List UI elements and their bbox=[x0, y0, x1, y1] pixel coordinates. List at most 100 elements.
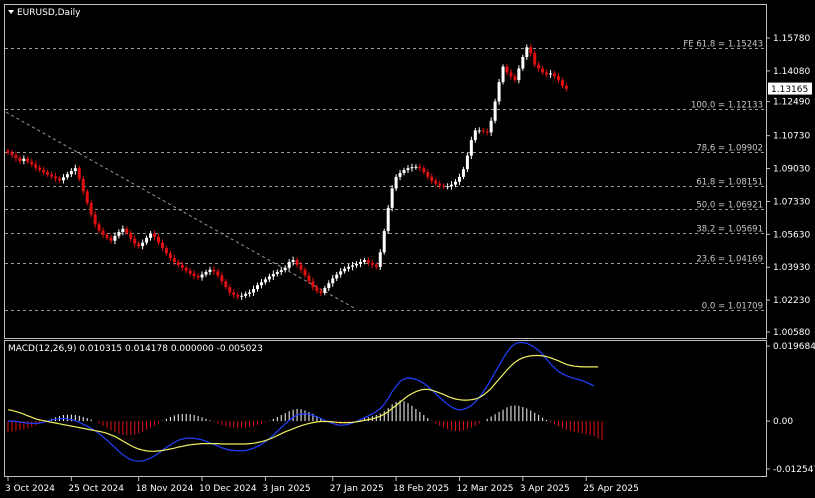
candle-bull bbox=[489, 120, 493, 133]
price-tick-label: 1.14080 bbox=[773, 67, 810, 77]
candle-bear bbox=[442, 185, 446, 187]
candle-bear bbox=[295, 260, 299, 265]
candle-bear bbox=[228, 287, 232, 293]
symbol-title: EURUSD,Daily bbox=[17, 8, 81, 18]
candle-bull bbox=[473, 130, 477, 141]
time-tick-label: 3 Apr 2025 bbox=[520, 484, 570, 494]
candle-bull bbox=[279, 270, 283, 273]
candle-bull bbox=[283, 267, 287, 271]
candle-bull bbox=[351, 265, 355, 267]
candle-bull bbox=[446, 186, 450, 188]
candle-bull bbox=[65, 174, 69, 178]
candle-bull bbox=[145, 237, 149, 243]
candle-bull bbox=[141, 242, 145, 247]
candle-bear bbox=[18, 158, 22, 162]
candle-bull bbox=[477, 130, 481, 132]
price-tick-label: 1.10730 bbox=[773, 132, 810, 142]
candle-bull bbox=[339, 271, 343, 275]
candle-bull bbox=[204, 272, 208, 275]
price-tick-label: 1.02230 bbox=[773, 296, 810, 306]
macd-title: MACD(12,26,9) 0.010315 0.014178 0.000000… bbox=[8, 344, 263, 354]
candle-bull bbox=[378, 252, 382, 267]
time-tick-label: 10 Dec 2024 bbox=[199, 484, 257, 494]
candle-bull bbox=[73, 168, 77, 172]
fib-label: 23.6 = 1.04169 bbox=[696, 255, 763, 265]
candle-bear bbox=[220, 275, 224, 282]
candle-bull bbox=[497, 82, 501, 102]
candle-bear bbox=[42, 169, 46, 173]
candle-bull bbox=[454, 181, 458, 185]
candle-bull bbox=[358, 261, 362, 264]
candle-bear bbox=[180, 264, 184, 268]
candle-bear bbox=[34, 164, 38, 168]
candle-bear bbox=[541, 68, 545, 73]
candle-bear bbox=[192, 273, 196, 276]
time-tick-label: 18 Feb 2025 bbox=[393, 484, 449, 494]
candle-bear bbox=[153, 233, 157, 237]
candle-bear bbox=[430, 176, 434, 181]
candle-bull bbox=[465, 155, 469, 170]
candle-bear bbox=[137, 243, 141, 247]
candle-bear bbox=[303, 269, 307, 276]
candle-bull bbox=[525, 47, 529, 57]
candle-bear bbox=[374, 264, 378, 267]
candle-bear bbox=[164, 248, 168, 254]
candle-bear bbox=[89, 202, 93, 215]
candle-bull bbox=[275, 272, 279, 274]
candle-bull bbox=[69, 171, 73, 175]
candle-bull bbox=[469, 140, 473, 156]
candle-bear bbox=[216, 271, 220, 276]
candle-bear bbox=[85, 191, 89, 203]
macd-tick-label: 0.019684 bbox=[773, 342, 815, 352]
time-tick-label: 12 Mar 2025 bbox=[456, 484, 513, 494]
candle-bear bbox=[315, 287, 319, 291]
candle-bull bbox=[267, 276, 271, 280]
candle-bear bbox=[299, 264, 303, 270]
candle-bull bbox=[22, 158, 26, 162]
candle-bear bbox=[224, 281, 228, 288]
candle-bear bbox=[481, 130, 485, 132]
candle-bear bbox=[545, 72, 549, 75]
candle-bull bbox=[335, 274, 339, 279]
candle-bull bbox=[414, 166, 418, 168]
candle-bear bbox=[188, 270, 192, 274]
candle-bear bbox=[101, 230, 105, 235]
candle-bear bbox=[370, 262, 374, 265]
candle-bear bbox=[133, 238, 137, 244]
candle-bull bbox=[549, 73, 553, 75]
candle-bull bbox=[501, 66, 505, 83]
current-price-label: 1.13165 bbox=[771, 85, 808, 95]
price-tick-label: 1.07330 bbox=[773, 197, 810, 207]
candle-bear bbox=[77, 168, 81, 179]
candle-bear bbox=[168, 253, 172, 259]
candle-bear bbox=[533, 53, 537, 65]
candle-bear bbox=[485, 131, 489, 133]
candle-bull bbox=[390, 188, 394, 208]
price-tick-label: 1.00580 bbox=[773, 328, 810, 338]
candle-bull bbox=[493, 101, 497, 121]
candle-bull bbox=[331, 278, 335, 284]
candle-bull bbox=[327, 283, 331, 289]
candle-bull bbox=[263, 279, 267, 283]
candle-bear bbox=[556, 76, 560, 81]
candle-bear bbox=[156, 236, 160, 243]
candle-bear bbox=[30, 161, 34, 165]
candle-bear bbox=[422, 168, 426, 173]
candle-bear bbox=[319, 290, 323, 293]
candle-bear bbox=[109, 237, 113, 241]
price-tick-label: 1.09030 bbox=[773, 165, 810, 175]
price-tick-label: 1.12490 bbox=[773, 98, 810, 108]
candle-bull bbox=[517, 68, 521, 81]
candle-bear bbox=[537, 64, 541, 69]
candle-bear bbox=[311, 281, 315, 288]
time-tick-label: 27 Jan 2025 bbox=[330, 484, 384, 494]
candle-bull bbox=[406, 168, 410, 171]
candle-bear bbox=[97, 224, 101, 231]
candle-bear bbox=[93, 214, 97, 225]
candle-bull bbox=[410, 167, 414, 169]
price-tick-label: 1.15780 bbox=[773, 34, 810, 44]
candle-bear bbox=[560, 80, 564, 86]
candle-bear bbox=[513, 76, 517, 81]
candle-bear bbox=[509, 72, 513, 77]
candle-bull bbox=[117, 232, 121, 236]
